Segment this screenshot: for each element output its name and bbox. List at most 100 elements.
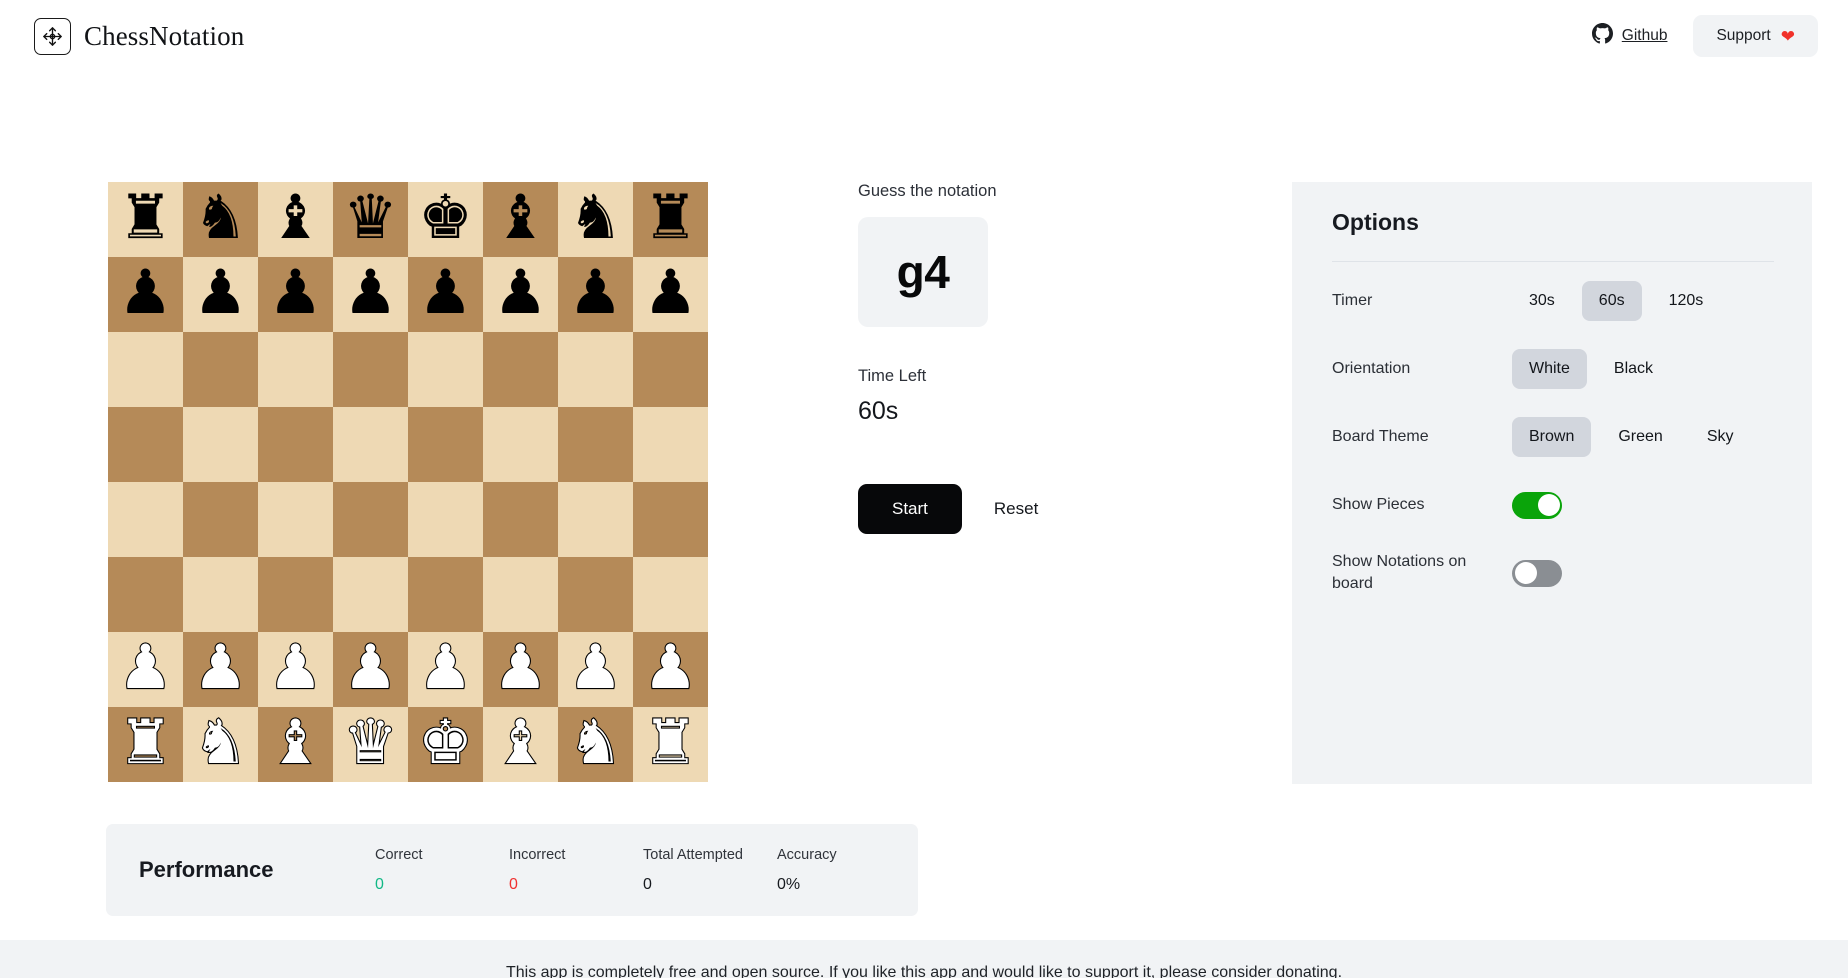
board-square-b5[interactable]: [183, 407, 258, 482]
board-square-d2[interactable]: ♟: [333, 632, 408, 707]
orientation-choice-group[interactable]: White Black: [1512, 349, 1680, 389]
board-square-a2[interactable]: ♟: [108, 632, 183, 707]
donate-link[interactable]: donating.: [1276, 964, 1342, 978]
board-square-g6[interactable]: [558, 332, 633, 407]
board-square-e6[interactable]: [408, 332, 483, 407]
board-square-g2[interactable]: ♟: [558, 632, 633, 707]
performance-stat-value: 0: [509, 875, 518, 893]
board-square-d4[interactable]: [333, 482, 408, 557]
piece-white-p: ♟: [567, 633, 624, 701]
option-row-show-notations: Show Notations on board: [1332, 544, 1774, 602]
board-square-e3[interactable]: [408, 557, 483, 632]
board-square-g3[interactable]: [558, 557, 633, 632]
piece-black-p: ♟: [418, 258, 473, 326]
board-square-f6[interactable]: [483, 332, 558, 407]
piece-white-b: ♝: [492, 708, 549, 776]
board-square-d5[interactable]: [333, 407, 408, 482]
board-square-d6[interactable]: [333, 332, 408, 407]
start-button[interactable]: Start: [858, 484, 962, 534]
board-square-h5[interactable]: [633, 407, 708, 482]
board-square-d8[interactable]: ♛: [333, 182, 408, 257]
board-square-d1[interactable]: ♛: [333, 707, 408, 782]
board-square-e5[interactable]: [408, 407, 483, 482]
board-square-g4[interactable]: [558, 482, 633, 557]
board-square-g1[interactable]: ♞: [558, 707, 633, 782]
board-square-a7[interactable]: ♟: [108, 257, 183, 332]
toggle-knob: [1514, 562, 1537, 584]
timer-option-120s[interactable]: 120s: [1652, 281, 1721, 321]
reset-button[interactable]: Reset: [992, 495, 1040, 523]
board-square-f7[interactable]: ♟: [483, 257, 558, 332]
board-theme-option-sky[interactable]: Sky: [1690, 417, 1751, 457]
board-square-a4[interactable]: [108, 482, 183, 557]
board-square-e7[interactable]: ♟: [408, 257, 483, 332]
orientation-option-white[interactable]: White: [1512, 349, 1587, 389]
show-notations-toggle[interactable]: [1512, 559, 1562, 587]
board-square-c5[interactable]: [258, 407, 333, 482]
board-square-a6[interactable]: [108, 332, 183, 407]
board-square-c4[interactable]: [258, 482, 333, 557]
chessboard-wrapper: ♜ ♞ ♝ ♛ ♚ ♝ ♞ ♜ ♟ ♟ ♟ ♟ ♟ ♟ ♟ ♟ ♟ ♟ ♟ ♟ ♟ ♟ ♟ ♟ ♜ ♞ ♝ ♛ ♚ ♝ ♞ ♜: [108, 182, 708, 782]
board-square-g7[interactable]: ♟: [558, 257, 633, 332]
header-actions: Github Support ❤: [1591, 15, 1818, 57]
board-square-h1[interactable]: ♜: [633, 707, 708, 782]
board-theme-option-brown[interactable]: Brown: [1512, 417, 1592, 457]
board-square-f3[interactable]: [483, 557, 558, 632]
board-square-b4[interactable]: [183, 482, 258, 557]
board-square-f8[interactable]: ♝: [483, 182, 558, 257]
performance-stat: Incorrect 0: [509, 847, 643, 894]
piece-black-b: ♝: [493, 183, 548, 251]
board-square-a1[interactable]: ♜: [108, 707, 183, 782]
options-divider: [1332, 261, 1774, 262]
board-square-f4[interactable]: [483, 482, 558, 557]
board-square-e8[interactable]: ♚: [408, 182, 483, 257]
timer-option-60s[interactable]: 60s: [1581, 281, 1642, 321]
board-square-e1[interactable]: ♚: [408, 707, 483, 782]
board-square-b2[interactable]: ♟: [183, 632, 258, 707]
board-square-c8[interactable]: ♝: [258, 182, 333, 257]
board-square-c1[interactable]: ♝: [258, 707, 333, 782]
board-square-h8[interactable]: ♜: [633, 182, 708, 257]
board-square-b6[interactable]: [183, 332, 258, 407]
piece-white-p: ♟: [642, 633, 699, 701]
support-button[interactable]: Support ❤: [1693, 15, 1818, 57]
board-theme-choice-group[interactable]: Brown Green Sky: [1512, 417, 1761, 457]
board-square-b7[interactable]: ♟: [183, 257, 258, 332]
option-row-show-pieces: Show Pieces: [1332, 476, 1774, 534]
board-square-c7[interactable]: ♟: [258, 257, 333, 332]
board-square-f5[interactable]: [483, 407, 558, 482]
chessboard[interactable]: ♜ ♞ ♝ ♛ ♚ ♝ ♞ ♜ ♟ ♟ ♟ ♟ ♟ ♟ ♟ ♟ ♟ ♟ ♟ ♟ ♟ ♟ ♟ ♟ ♜ ♞ ♝ ♛ ♚ ♝ ♞ ♜: [108, 182, 708, 782]
board-square-e2[interactable]: ♟: [408, 632, 483, 707]
board-theme-option-green[interactable]: Green: [1601, 417, 1679, 457]
main-content: ♜ ♞ ♝ ♛ ♚ ♝ ♞ ♜ ♟ ♟ ♟ ♟ ♟ ♟ ♟ ♟ ♟ ♟ ♟ ♟ ♟ ♟ ♟ ♟ ♜ ♞ ♝ ♛ ♚ ♝ ♞ ♜ Guess t…: [0, 72, 1848, 978]
board-square-f1[interactable]: ♝: [483, 707, 558, 782]
piece-black-r: ♜: [118, 183, 173, 251]
board-square-e4[interactable]: [408, 482, 483, 557]
github-label: Github: [1621, 27, 1668, 44]
board-square-a3[interactable]: [108, 557, 183, 632]
board-square-h6[interactable]: [633, 332, 708, 407]
board-square-c3[interactable]: [258, 557, 333, 632]
board-square-b1[interactable]: ♞: [183, 707, 258, 782]
footer-text: This app is completely free and open sou…: [505, 963, 1277, 978]
timer-option-30s[interactable]: 30s: [1512, 281, 1572, 321]
board-square-b3[interactable]: [183, 557, 258, 632]
board-square-d7[interactable]: ♟: [333, 257, 408, 332]
board-square-b8[interactable]: ♞: [183, 182, 258, 257]
show-pieces-toggle[interactable]: [1512, 491, 1562, 519]
github-link[interactable]: Github: [1591, 23, 1668, 49]
board-square-h4[interactable]: [633, 482, 708, 557]
board-square-g5[interactable]: [558, 407, 633, 482]
board-square-h2[interactable]: ♟: [633, 632, 708, 707]
timer-choice-group[interactable]: 30s 60s 120s: [1512, 281, 1730, 321]
board-square-d3[interactable]: [333, 557, 408, 632]
board-square-h7[interactable]: ♟: [633, 257, 708, 332]
board-square-c6[interactable]: [258, 332, 333, 407]
board-square-c2[interactable]: ♟: [258, 632, 333, 707]
board-square-f2[interactable]: ♟: [483, 632, 558, 707]
board-square-g8[interactable]: ♞: [558, 182, 633, 257]
board-square-a8[interactable]: ♜: [108, 182, 183, 257]
board-square-h3[interactable]: [633, 557, 708, 632]
orientation-option-black[interactable]: Black: [1597, 349, 1670, 389]
board-square-a5[interactable]: [108, 407, 183, 482]
